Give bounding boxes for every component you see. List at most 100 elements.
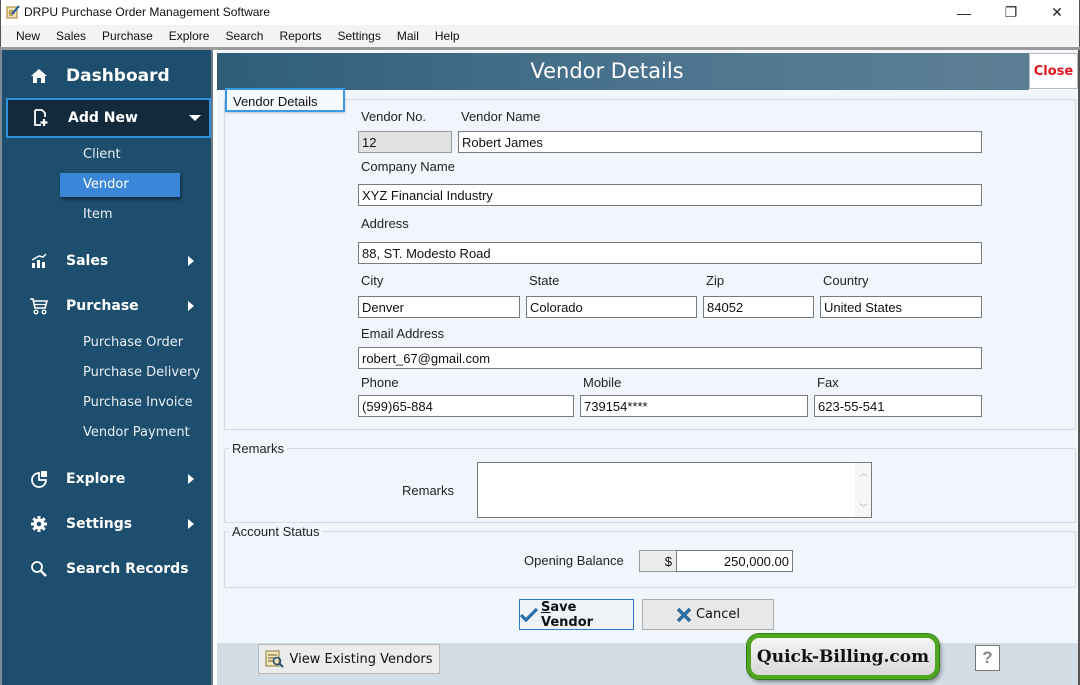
caret-down-icon [189,115,201,121]
menu-search[interactable]: Search [217,25,271,47]
pie-chart-icon [28,468,50,490]
menu-mail[interactable]: Mail [389,25,427,47]
remarks-scrollbar[interactable]: ︿ ﹀ [855,463,871,517]
fax-field[interactable]: 623-55-541 [814,395,982,417]
view-existing-vendors-label: View Existing Vendors [289,651,433,667]
quick-billing-banner[interactable]: Quick-Billing.com [747,634,939,679]
scroll-down-icon[interactable]: ﹀ [859,501,868,514]
account-status-group-label: Account Status [229,524,323,539]
remarks-textarea[interactable]: ︿ ﹀ [477,462,872,518]
scroll-up-icon[interactable]: ︿ [859,466,868,479]
sidebar: Dashboard Add New Client Vendor Item Sal… [0,50,213,685]
shopping-cart-icon [28,295,50,317]
chevron-right-icon [188,519,194,529]
maximize-button[interactable]: ❐ [988,0,1034,25]
phone-label: Phone [361,375,399,390]
sidebar-label: Purchase [66,298,139,314]
vendor-name-field[interactable]: Robert James [458,131,982,153]
sidebar-subitem-purchase-order[interactable]: Purchase Order [83,331,183,355]
country-label: Country [823,273,869,288]
fax-label: Fax [817,375,839,390]
sidebar-item-explore[interactable]: Explore [2,459,211,499]
main-panel: Vendor Details Close Vendor Details Vend… [217,50,1080,685]
sidebar-item-settings[interactable]: Settings [2,504,211,544]
mobile-label: Mobile [583,375,622,390]
add-document-icon [30,107,52,129]
chevron-right-icon [188,474,194,484]
currency-field: $ [639,550,677,572]
city-field[interactable]: Denver [358,296,520,318]
sidebar-item-search-records[interactable]: Search Records [2,549,211,589]
sidebar-item-sales[interactable]: Sales [2,241,211,281]
sidebar-subitem-client[interactable]: Client [83,143,121,167]
close-button[interactable]: Close [1029,53,1078,89]
phone-field[interactable]: (599)65-884 [358,395,574,417]
sidebar-subitem-vendor-payment[interactable]: Vendor Payment [83,421,190,445]
sidebar-label: Sales [66,253,109,269]
sidebar-subitem-vendor[interactable]: Vendor [60,173,180,197]
sidebar-item-purchase[interactable]: Purchase [2,286,211,326]
page-title: Vendor Details [530,59,684,83]
vendor-no-label: Vendor No. [361,109,427,124]
sidebar-item-dashboard[interactable]: Dashboard [2,56,211,96]
view-existing-vendors-button[interactable]: View Existing Vendors [258,644,440,674]
email-label: Email Address [361,326,445,341]
sidebar-label: Search Records [66,561,189,577]
city-label: City [361,273,384,288]
opening-balance-field[interactable]: 250,000.00 [676,550,793,572]
minimize-button[interactable]: — [941,0,987,25]
bar-chart-icon [28,250,50,272]
title-bar: DRPU Purchase Order Management Software … [0,0,1080,25]
page-header: Vendor Details [217,53,1029,90]
sidebar-subitem-item[interactable]: Item [83,203,113,227]
gear-icon [28,513,50,535]
menu-reports[interactable]: Reports [271,25,329,47]
chevron-right-icon [188,301,194,311]
sidebar-label: Dashboard [66,66,170,86]
opening-balance-label: Opening Balance [524,553,624,568]
sidebar-label: Settings [66,516,133,532]
address-label: Address [361,216,409,231]
sidebar-label: Explore [66,471,126,487]
sidebar-subitem-purchase-invoice[interactable]: Purchase Invoice [83,391,193,415]
mnemonic-letter: S [541,599,551,615]
zip-field[interactable]: 84052 [703,296,814,318]
checkmark-icon [520,607,538,622]
vendor-details-tab[interactable]: Vendor Details [225,88,345,112]
view-list-icon [265,650,285,668]
window-close-button[interactable]: ✕ [1034,0,1080,25]
sidebar-label: Add New [68,110,138,126]
save-vendor-button[interactable]: Save Vendor [519,599,634,630]
cancel-button[interactable]: Cancel [642,599,774,630]
company-name-label: Company Name [361,159,455,174]
menu-settings[interactable]: Settings [330,25,389,47]
x-icon [676,607,692,622]
sidebar-item-add-new[interactable]: Add New [6,98,211,138]
menu-explore[interactable]: Explore [161,25,218,47]
company-name-field[interactable]: XYZ Financial Industry [358,184,982,206]
menu-purchase[interactable]: Purchase [94,25,161,47]
vendor-no-field: 12 [358,131,452,153]
help-button[interactable]: ? [975,645,1000,671]
mobile-field[interactable]: 739154**** [580,395,808,417]
sidebar-subitem-purchase-delivery[interactable]: Purchase Delivery [83,361,200,385]
cancel-label: Cancel [695,607,741,622]
home-icon [28,65,50,87]
remarks-label: Remarks [402,483,455,498]
state-label: State [529,273,560,288]
window-title: DRPU Purchase Order Management Software [24,5,271,19]
vendor-name-label: Vendor Name [461,109,541,124]
app-logo-icon [6,5,20,19]
email-field[interactable]: robert_67@gmail.com [358,347,982,369]
menu-help[interactable]: Help [427,25,468,47]
zip-label: Zip [706,273,725,288]
address-field[interactable]: 88, ST. Modesto Road [358,242,982,264]
chevron-right-icon [188,256,194,266]
state-field[interactable]: Colorado [526,296,697,318]
save-vendor-label: Save Vendor [541,599,594,630]
menu-sales[interactable]: Sales [48,25,94,47]
search-icon [28,558,50,580]
country-field[interactable]: United States [820,296,982,318]
remarks-group-label: Remarks [229,441,288,456]
menu-new[interactable]: New [8,25,48,47]
